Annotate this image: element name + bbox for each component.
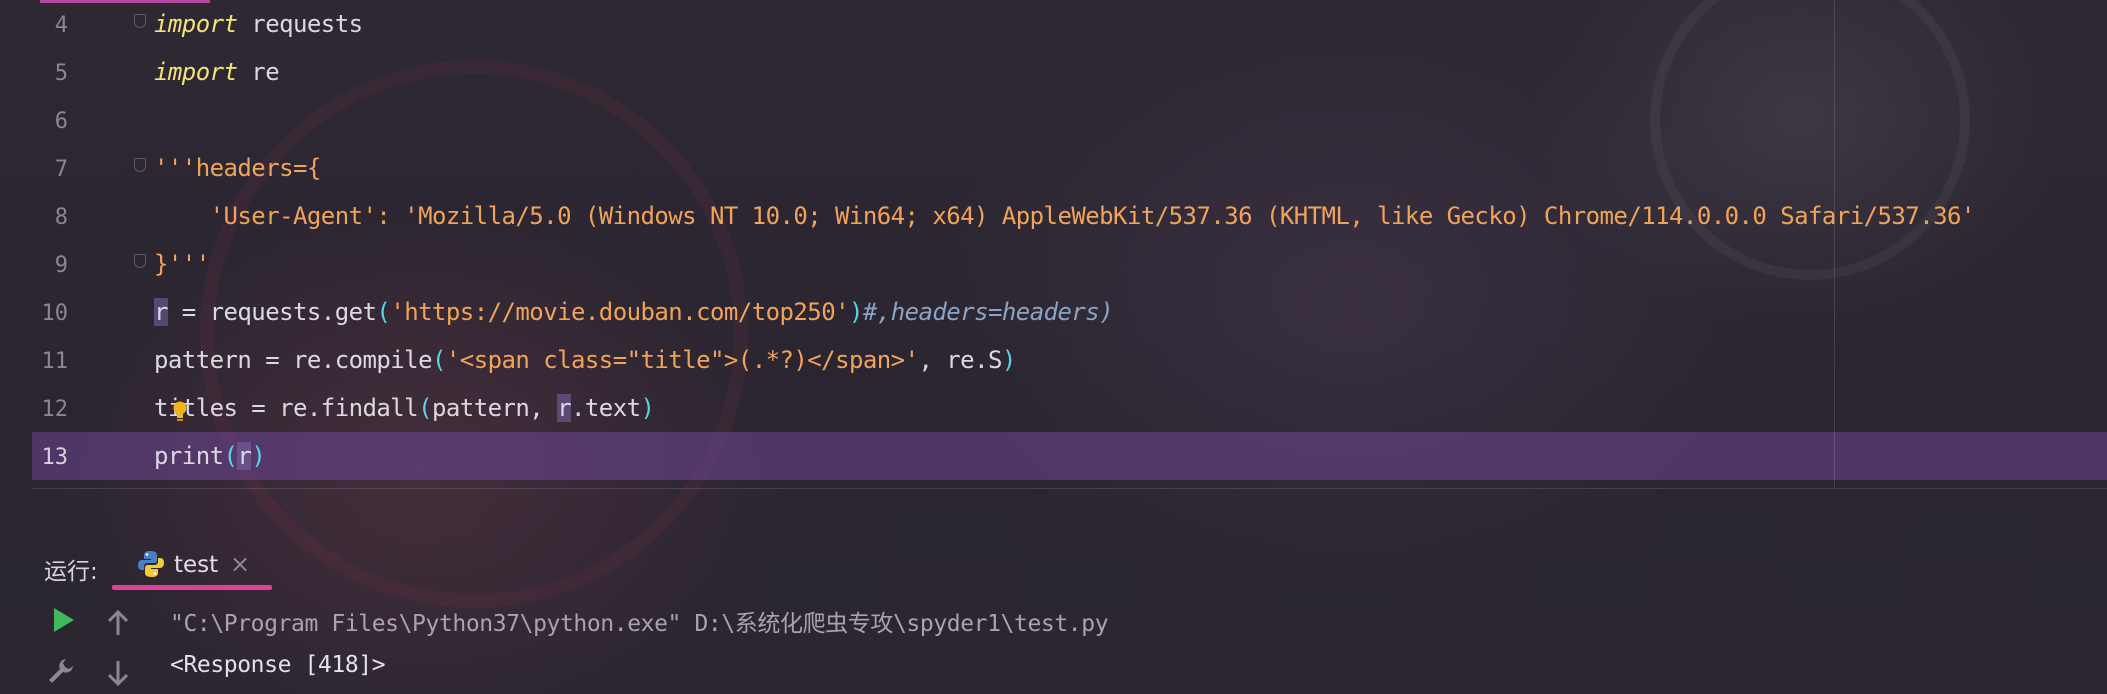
scroll-down-icon[interactable]: [103, 658, 133, 688]
code-line[interactable]: 7 '''headers={: [32, 144, 2107, 192]
code-token: re: [237, 58, 280, 86]
code-token: requests: [237, 10, 363, 38]
run-tab-label: test: [174, 552, 219, 578]
string-token: }''': [154, 250, 210, 278]
right-margin-guide: [1834, 0, 1835, 488]
code-line[interactable]: 9 }''': [32, 240, 2107, 288]
fold-marker-icon[interactable]: [134, 254, 146, 268]
line-number[interactable]: 8: [32, 205, 68, 230]
line-number[interactable]: 7: [32, 157, 68, 182]
lightbulb-icon[interactable]: [172, 400, 188, 422]
code-line[interactable]: 10 r = requests.get('https://movie.douban…: [32, 288, 2107, 336]
code-token: titles = re.findall: [154, 394, 419, 422]
python-icon: [138, 551, 164, 577]
paren-token: (: [432, 346, 446, 374]
code-token: , re.S: [918, 346, 1002, 374]
code-line[interactable]: 13 print(r): [32, 432, 2107, 480]
code-text[interactable]: pattern = re.compile('<span class="title…: [154, 346, 1016, 374]
paren-token: (: [223, 442, 238, 470]
string-token: '''headers={: [154, 154, 321, 182]
code-text[interactable]: '''headers={: [154, 154, 321, 182]
highlighted-variable: r: [557, 394, 572, 422]
code-text[interactable]: import re: [154, 58, 280, 86]
line-number[interactable]: 13: [32, 445, 69, 470]
paren-token: (: [418, 394, 432, 422]
code-editor[interactable]: 4 import requests 5 import re 6 7 '''headers={…: [32, 0, 2107, 488]
paren-token: ): [640, 394, 655, 422]
code-token: = requests.get: [167, 298, 377, 326]
console-output-line: "C:\Program Files\Python37\python.exe" D…: [170, 611, 1109, 637]
code-token: pattern = re.compile: [154, 346, 433, 374]
paren-token: ): [251, 442, 266, 470]
code-line[interactable]: 4 import requests: [32, 0, 2107, 48]
editor-divider[interactable]: [32, 488, 2107, 489]
code-line[interactable]: 8 'User-Agent': 'Mozilla/5.0 (Windows NT…: [32, 192, 2107, 240]
fold-marker-icon[interactable]: [134, 14, 146, 28]
line-number[interactable]: 12: [32, 397, 69, 422]
code-text[interactable]: }''': [154, 250, 210, 278]
line-number[interactable]: 4: [32, 13, 68, 38]
run-icon[interactable]: [48, 605, 78, 635]
code-text[interactable]: print(r): [154, 442, 266, 470]
code-text[interactable]: titles = re.findall(pattern, r.text): [154, 394, 655, 422]
string-token: 'User-Agent': 'Mozilla/5.0 (Windows NT 1…: [154, 202, 1976, 230]
code-token: .text: [571, 394, 641, 422]
active-tab-underline: [112, 585, 272, 590]
scroll-up-icon[interactable]: [103, 608, 133, 638]
line-number[interactable]: 6: [32, 109, 68, 134]
code-text[interactable]: import requests: [154, 10, 363, 38]
comment-token: #,headers=headers): [862, 298, 1114, 326]
line-number[interactable]: 10: [32, 301, 69, 326]
paren-token: ): [849, 298, 863, 326]
console-output-line: <Response [418]>: [170, 652, 386, 678]
line-number[interactable]: 9: [32, 253, 68, 278]
code-line[interactable]: 12 titles = re.findall(pattern, r.text): [32, 384, 2107, 432]
code-token: pattern,: [432, 394, 558, 422]
run-tab-test[interactable]: test ×: [112, 540, 272, 590]
fold-marker-icon[interactable]: [134, 158, 146, 172]
line-number[interactable]: 11: [32, 349, 69, 374]
highlighted-variable: r: [237, 442, 252, 470]
code-token: print: [154, 442, 224, 470]
paren-token: (: [376, 298, 391, 326]
code-line[interactable]: 6: [32, 96, 2107, 144]
string-token: '<span class="title">(.*?)</span>': [445, 346, 919, 374]
keyword-token: import: [154, 10, 238, 38]
string-token: 'https://movie.douban.com/top250': [390, 298, 849, 326]
run-panel-label: 运行:: [44, 559, 98, 585]
keyword-token: import: [154, 58, 238, 86]
code-text[interactable]: 'User-Agent': 'Mozilla/5.0 (Windows NT 1…: [154, 202, 1976, 230]
wrench-icon[interactable]: [46, 656, 76, 686]
paren-token: ): [1001, 346, 1016, 374]
code-line[interactable]: 11 pattern = re.compile('<span class="tit…: [32, 336, 2107, 384]
highlighted-variable: r: [154, 298, 168, 326]
line-number[interactable]: 5: [32, 61, 68, 86]
close-icon[interactable]: ×: [230, 550, 250, 578]
code-text[interactable]: r = requests.get('https://movie.douban.c…: [154, 298, 1114, 326]
code-line[interactable]: 5 import re: [32, 48, 2107, 96]
